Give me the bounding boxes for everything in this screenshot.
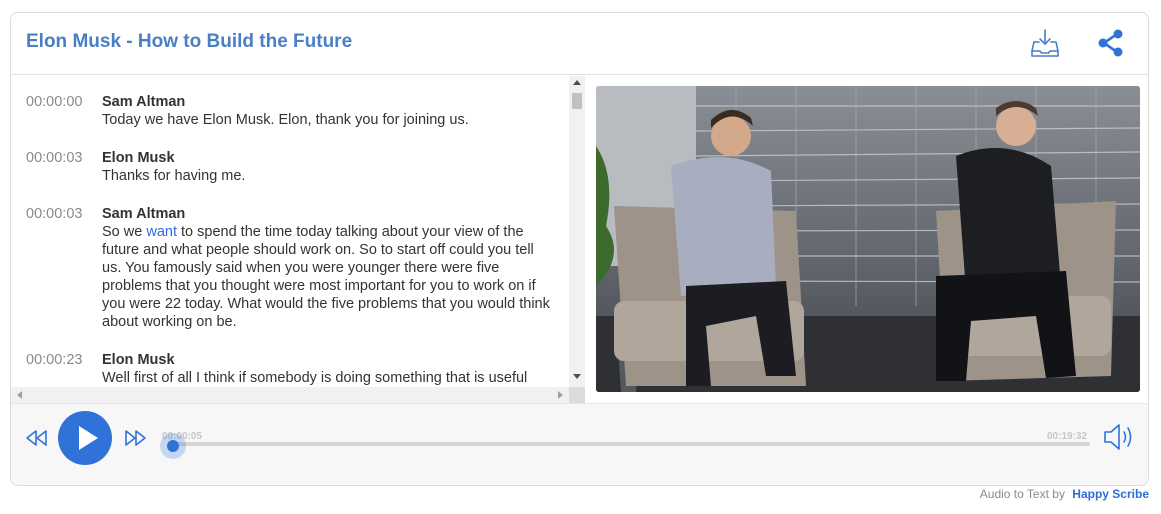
duration: 00:19:32 <box>1047 431 1088 442</box>
entry-timestamp[interactable]: 00:00:00 <box>26 93 96 111</box>
entry-speaker: Elon Musk <box>102 150 175 166</box>
current-word-highlight[interactable]: want <box>146 224 177 240</box>
entry-text[interactable]: So we want to spend the time today talki… <box>102 223 554 331</box>
rewind-icon[interactable] <box>25 428 49 448</box>
volume-icon[interactable] <box>1103 422 1137 452</box>
entry-timestamp[interactable]: 00:00:03 <box>26 205 96 223</box>
entry-speaker: Elon Musk <box>102 352 175 368</box>
download-icon[interactable] <box>1029 27 1061 59</box>
entry-speaker: Sam Altman <box>102 206 186 222</box>
scrollbar-thumb[interactable] <box>572 93 582 109</box>
entry-speaker: Sam Altman <box>102 94 186 110</box>
attribution-label: Audio to Text by <box>979 487 1065 501</box>
scrollbar-corner <box>569 387 585 403</box>
transcript-panel[interactable]: 00:00:00 Sam Altman Today we have Elon M… <box>11 76 585 403</box>
entry-text-start[interactable]: So we <box>102 224 146 240</box>
entry-text[interactable]: Thanks for having me. <box>102 167 554 185</box>
attribution: Audio to Text by Happy Scribe <box>980 487 1149 501</box>
play-button[interactable] <box>58 411 112 465</box>
horizontal-scrollbar[interactable] <box>11 387 569 403</box>
header: Elon Musk - How to Build the Future <box>11 13 1148 75</box>
video-frame[interactable] <box>596 86 1140 392</box>
entry-timestamp[interactable]: 00:00:23 <box>26 351 96 369</box>
share-icon[interactable] <box>1095 27 1127 59</box>
transcript-player-card: Elon Musk - How to Build the Future 00:0… <box>10 12 1149 486</box>
audio-player: 00:00:05 00:19:32 <box>11 403 1148 485</box>
vertical-scrollbar[interactable] <box>569 76 585 387</box>
scroll-right-icon[interactable] <box>558 391 563 399</box>
progress-track[interactable] <box>169 442 1090 446</box>
progress-handle[interactable] <box>159 433 186 459</box>
scroll-left-icon[interactable] <box>17 391 22 399</box>
scroll-down-icon[interactable] <box>573 374 581 379</box>
entry-timestamp[interactable]: 00:00:03 <box>26 149 96 167</box>
brand-link[interactable]: Happy Scribe <box>1072 487 1149 501</box>
entry-text[interactable]: Well first of all I think if somebody is… <box>102 369 554 387</box>
page-title: Elon Musk - How to Build the Future <box>26 31 353 52</box>
scroll-up-icon[interactable] <box>573 80 581 85</box>
fast-forward-icon[interactable] <box>123 428 147 448</box>
entry-text[interactable]: Today we have Elon Musk. Elon, thank you… <box>102 111 554 129</box>
progress-handle-dot <box>166 440 179 452</box>
play-icon <box>79 426 98 450</box>
